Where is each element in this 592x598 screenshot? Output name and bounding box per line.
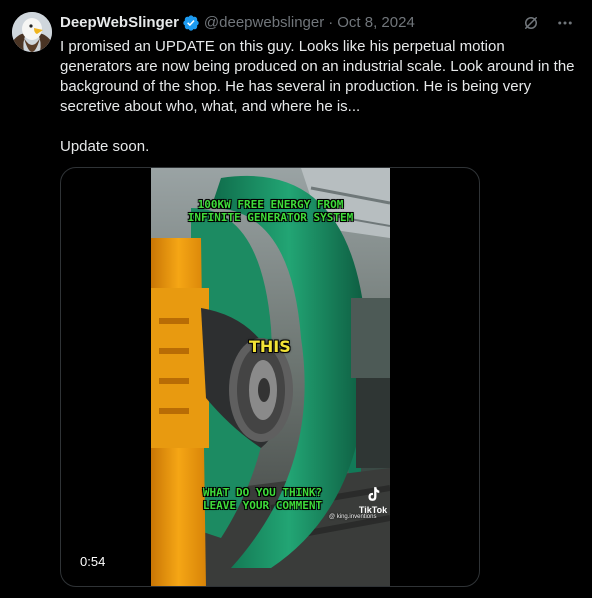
avatar[interactable] — [12, 12, 52, 52]
separator-dot: · — [328, 14, 334, 31]
grok-icon[interactable] — [520, 12, 542, 34]
caption-line: INFINITE GENERATOR SYSTEM — [187, 211, 354, 224]
caption-line: LEAVE YOUR COMMENT — [202, 499, 323, 512]
video-frame[interactable]: 100KW FREE ENERGY FROM INFINITE GENERATO… — [151, 168, 390, 586]
video-duration-badge: 0:54 — [74, 551, 112, 573]
video-player[interactable]: 100KW FREE ENERGY FROM INFINITE GENERATO… — [60, 167, 480, 587]
eagle-avatar-icon — [12, 12, 52, 52]
caption-line: WHAT DO YOU THINK? — [202, 486, 323, 499]
tiktok-logo-icon — [368, 487, 380, 501]
tweet-text: I promised an UPDATE on this guy. Looks … — [60, 37, 580, 157]
tweet-text-paragraph: I promised an UPDATE on this guy. Looks … — [60, 38, 575, 115]
tweet-header: DeepWebSlinger @deepwebslinger · Oct 8, … — [60, 12, 580, 34]
display-name[interactable]: DeepWebSlinger — [60, 13, 179, 33]
tweet-text-paragraph: Update soon. — [60, 138, 150, 155]
post-date[interactable]: Oct 8, 2024 — [337, 13, 415, 33]
more-options-icon[interactable] — [554, 12, 576, 34]
video-caption-bottom: WHAT DO YOU THINK? LEAVE YOUR COMMENT — [151, 486, 382, 512]
video-caption-top: 100KW FREE ENERGY FROM INFINITE GENERATO… — [151, 198, 390, 224]
tweet[interactable]: DeepWebSlinger @deepwebslinger · Oct 8, … — [0, 0, 592, 598]
tiktok-watermark: TikTok — [355, 486, 390, 515]
caption-line: 100KW FREE ENERGY FROM — [197, 198, 344, 211]
tiktok-handle: @ king.inventions — [329, 514, 377, 520]
verified-badge-icon[interactable] — [182, 14, 200, 32]
video-thumbnail — [151, 168, 390, 586]
user-handle[interactable]: @deepwebslinger — [204, 13, 324, 33]
video-caption-middle: THIS — [249, 337, 291, 356]
